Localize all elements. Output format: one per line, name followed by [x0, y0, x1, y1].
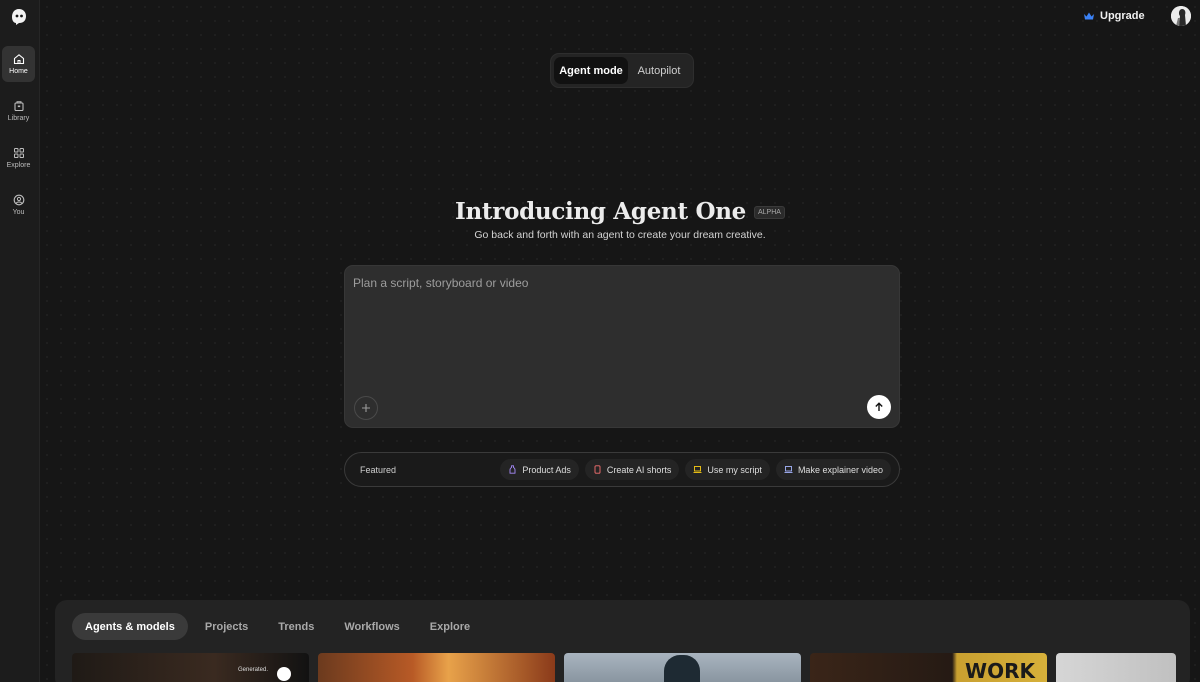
- crown-icon: [1084, 12, 1094, 20]
- chip-label: Product Ads: [522, 464, 571, 475]
- sidebar-item-label: Library: [7, 115, 30, 122]
- mode-toggle: Agent mode Autopilot: [550, 53, 694, 88]
- agent-mode-button[interactable]: Agent mode: [554, 57, 628, 84]
- chip-create-ai-shorts[interactable]: Create AI shorts: [584, 459, 680, 480]
- sidebar: Home Library Explore You: [0, 0, 40, 682]
- autopilot-button[interactable]: Autopilot: [628, 57, 690, 84]
- thumbnail-card[interactable]: WORK: [810, 653, 1047, 682]
- chip-make-explainer-video[interactable]: Make explainer video: [775, 459, 891, 480]
- tab-projects[interactable]: Projects: [192, 613, 261, 640]
- featured-bar: Featured Product Ads Create AI shorts Us…: [344, 452, 900, 487]
- sidebar-item-label: Explore: [6, 162, 31, 169]
- add-attachment-button[interactable]: [354, 396, 378, 420]
- person-figure-icon: [664, 655, 700, 682]
- hero-title-row: Introducing Agent One ALPHA: [0, 198, 1200, 225]
- tab-agents-models[interactable]: Agents & models: [72, 613, 188, 640]
- laptop-icon: [693, 466, 702, 473]
- sidebar-item-explore[interactable]: Explore: [2, 140, 35, 176]
- thumbnail-card[interactable]: [564, 653, 801, 682]
- chip-product-ads[interactable]: Product Ads: [500, 459, 579, 480]
- arrow-up-icon: [875, 402, 883, 411]
- thumbnail-card[interactable]: [318, 653, 555, 682]
- bottom-panel: Agents & models Projects Trends Workflow…: [55, 600, 1190, 682]
- thumbnail-card[interactable]: Generated.: [72, 653, 309, 682]
- chip-label: Create AI shorts: [606, 464, 672, 475]
- featured-chips: Product Ads Create AI shorts Use my scri…: [500, 459, 891, 480]
- home-icon: [13, 54, 24, 65]
- featured-label: Featured: [360, 464, 397, 475]
- page-subtitle: Go back and forth with an agent to creat…: [474, 229, 766, 241]
- app-logo-icon[interactable]: [10, 8, 28, 26]
- avatar-image-icon: [1171, 6, 1191, 26]
- page-title: Introducing Agent One: [455, 198, 746, 225]
- bottle-icon: [509, 465, 516, 474]
- plus-icon: [362, 404, 370, 412]
- thumbnail-word: WORK: [965, 659, 1035, 682]
- sidebar-item-library[interactable]: Library: [2, 93, 35, 129]
- sidebar-item-home[interactable]: Home: [2, 46, 35, 82]
- avatar[interactable]: [1171, 6, 1191, 26]
- upgrade-button[interactable]: Upgrade: [1083, 9, 1145, 23]
- tab-workflows[interactable]: Workflows: [331, 613, 412, 640]
- thumbnail-row: Generated. WORK: [72, 653, 1176, 682]
- tab-trends[interactable]: Trends: [265, 613, 327, 640]
- grid-icon: [13, 148, 24, 158]
- upgrade-label: Upgrade: [1100, 10, 1145, 22]
- alpha-badge: ALPHA: [753, 206, 785, 219]
- prompt-box: [344, 265, 900, 428]
- thumbnail-tag: Generated.: [238, 667, 269, 673]
- phone-icon: [594, 465, 601, 474]
- chip-label: Make explainer video: [797, 464, 883, 475]
- laptop-icon: [784, 466, 793, 473]
- send-button[interactable]: [867, 395, 891, 419]
- chip-use-my-script[interactable]: Use my script: [685, 459, 770, 480]
- library-icon: [13, 101, 24, 112]
- tab-explore[interactable]: Explore: [417, 613, 483, 640]
- thumbnail-card[interactable]: [1056, 653, 1176, 682]
- chip-label: Use my script: [707, 464, 762, 475]
- prompt-input[interactable]: [353, 276, 873, 290]
- sidebar-item-label: Home: [9, 68, 28, 75]
- bottom-tabs: Agents & models Projects Trends Workflow…: [72, 613, 483, 640]
- agent-logo-icon: [277, 667, 291, 681]
